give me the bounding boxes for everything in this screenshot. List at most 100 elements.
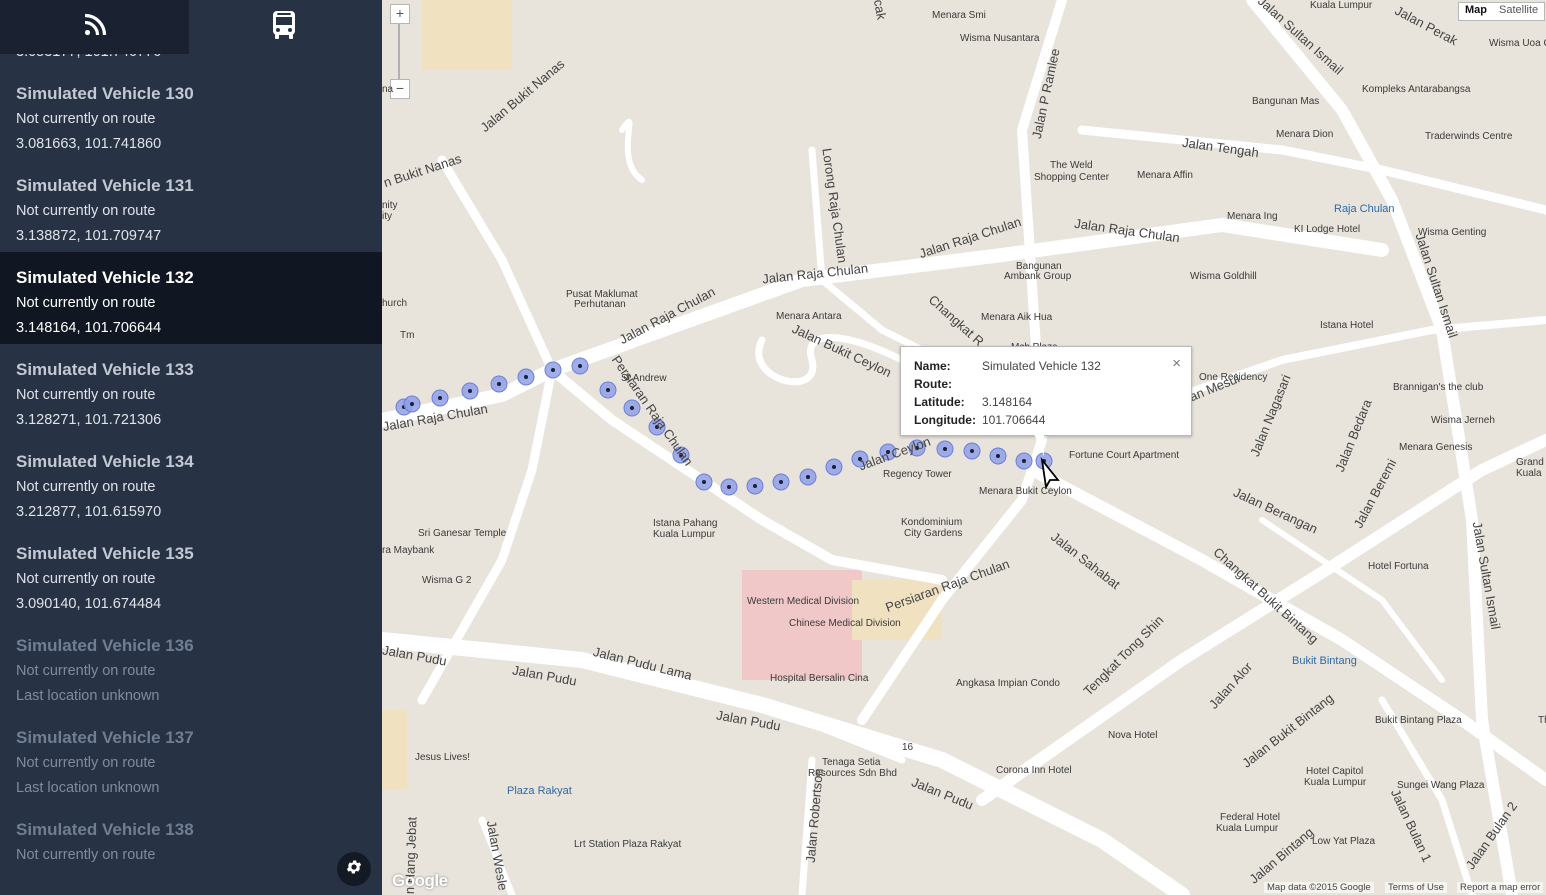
vehicle-coords: 3.081663, 101.741860 xyxy=(16,136,162,152)
map-type-satellite-button[interactable]: Satellite xyxy=(1493,3,1544,20)
vehicle-info-popup: Name: Simulated Vehicle 132 Route: Latit… xyxy=(900,346,1192,456)
place-label: Bangunan Mas xyxy=(1252,96,1320,107)
vehicle-name: Simulated Vehicle 137 xyxy=(16,728,194,747)
road-number-label: 16 xyxy=(902,742,914,753)
place-label: Lrt Station Plaza Rakyat xyxy=(574,839,682,850)
popup-longitude-value: 101.706644 xyxy=(982,413,1046,427)
close-icon[interactable]: × xyxy=(1172,355,1181,372)
popup-name-value: Simulated Vehicle 132 xyxy=(982,359,1101,373)
vehicle-list-item[interactable]: Simulated Vehicle 131 Not currently on ro… xyxy=(0,160,382,252)
zoom-in-button[interactable]: + xyxy=(390,4,410,24)
bus-icon xyxy=(271,10,297,45)
place-label: hurch xyxy=(382,298,408,309)
vehicle-coords: 3.128271, 101.721306 xyxy=(16,412,162,428)
vehicle-list-item[interactable]: Simulated Vehicle 137 Not currently on ro… xyxy=(0,712,382,804)
tab-vehicles[interactable] xyxy=(189,0,378,54)
place-label: Kuala Lumpur xyxy=(653,529,716,540)
place-label: Traderwinds Centre xyxy=(1425,131,1513,142)
vehicle-list-item[interactable]: Simulated Vehicle 136 Not currently on ro… xyxy=(0,620,382,712)
place-label: Brannigan's the club xyxy=(1393,382,1484,393)
place-label: Low Yat Plaza xyxy=(1312,836,1376,847)
map-type-control: Map Satellite xyxy=(1458,2,1546,21)
report-map-error-link[interactable]: Report a map error xyxy=(1457,882,1544,893)
place-label: Istana Hotel xyxy=(1320,320,1374,331)
map-area-yellow xyxy=(422,0,512,70)
place-label: KI Lodge Hotel xyxy=(1294,224,1361,235)
place-label: na xyxy=(382,84,394,95)
place-label: Jesus Lives! xyxy=(415,752,471,763)
trail-point-center xyxy=(753,484,757,488)
trail-point-center xyxy=(606,388,610,392)
place-label: Wisma Goldhill xyxy=(1190,271,1257,282)
trail-point-center xyxy=(524,375,528,379)
place-label: Perhutanan xyxy=(574,299,626,310)
vehicle-list-item[interactable]: Simulated Vehicle 135 Not currently on ro… xyxy=(0,528,382,620)
terms-of-use-link[interactable]: Terms of Use xyxy=(1385,882,1447,893)
place-label: Menara Antara xyxy=(776,311,842,322)
place-label: The Weld xyxy=(1050,160,1093,171)
vehicle-coords: 3.090140, 101.674484 xyxy=(16,596,162,612)
vehicle-list-item[interactable]: Simulated Vehicle 133 Not currently on ro… xyxy=(0,344,382,436)
place-label: Menara Aik Hua xyxy=(981,312,1053,323)
street-label: cak xyxy=(870,0,890,21)
vehicle-list-item[interactable]: Simulated Vehicle 138 Not currently on ro… xyxy=(0,804,382,895)
place-label: Regency Tower xyxy=(883,469,952,480)
trail-point-center xyxy=(578,364,582,368)
zoom-slider[interactable] xyxy=(398,24,400,82)
trail-point-center xyxy=(468,389,472,393)
place-label: Sungei Wang Plaza xyxy=(1397,780,1485,791)
vehicle-status: Not currently on route xyxy=(16,755,156,771)
map-view[interactable]: + − Map Satellite Menara Smi Wisma Nusan… xyxy=(382,0,1546,895)
vehicle-coords: 3.212877, 101.615970 xyxy=(16,504,162,520)
station-label-raja-chulan: Raja Chulan xyxy=(1334,203,1395,215)
vehicle-name: Simulated Vehicle 133 xyxy=(16,360,194,379)
place-label: Menara Bukit Ceylon xyxy=(979,486,1072,497)
place-label: Tm xyxy=(400,330,415,341)
trail-point-center xyxy=(943,447,947,451)
rss-feed-icon xyxy=(83,13,107,42)
place-label: ra Maybank xyxy=(382,545,435,556)
place-label: Ambank Group xyxy=(1004,271,1072,282)
place-label: Wisma Nusantara xyxy=(960,33,1040,44)
vehicle-list-item[interactable]: Simulated Vehicle 130 Not currently on ro… xyxy=(0,68,382,160)
place-label: ity xyxy=(382,211,392,222)
sidebar-tabs xyxy=(0,0,382,54)
trail-point-center xyxy=(551,368,555,372)
popup-name-label: Name: xyxy=(914,359,951,373)
place-label: Hotel Capitol xyxy=(1306,766,1364,777)
vehicle-coords: 3.148164, 101.706644 xyxy=(16,320,162,336)
vehicle-list-item[interactable]: Simulated Vehicle 134 Not currently on ro… xyxy=(0,436,382,528)
vehicle-status: Not currently on route xyxy=(16,847,156,863)
vehicle-status: Not currently on route xyxy=(16,663,156,679)
place-label: Nova Hotel xyxy=(1108,730,1158,741)
map-canvas[interactable] xyxy=(382,0,1546,895)
trail-point-center xyxy=(702,480,706,484)
place-label: Kuala xyxy=(1516,468,1542,479)
place-label: Wisma Jerneh xyxy=(1431,415,1495,426)
vehicle-name: Simulated Vehicle 135 xyxy=(16,544,194,563)
vehicle-coords: Last location unknown xyxy=(16,688,160,704)
road-loop xyxy=(619,118,645,183)
vehicle-name: Simulated Vehicle 136 xyxy=(16,636,194,655)
vehicle-name: Simulated Vehicle 132 xyxy=(16,268,194,287)
place-label: Chinese Medical Division xyxy=(789,618,901,629)
vehicle-list-item[interactable]: Simulated Vehicle 132 Not currently on ro… xyxy=(0,252,382,344)
vehicle-name: Simulated Vehicle 138 xyxy=(16,820,194,839)
trail-point-center xyxy=(438,396,442,400)
settings-button[interactable] xyxy=(337,852,371,886)
place-label: Menara Ing xyxy=(1227,211,1278,222)
place-label: Hotel Fortuna xyxy=(1368,561,1429,572)
place-label: Hospital Bersalin Cina xyxy=(770,673,869,684)
place-label: Angkasa Impian Condo xyxy=(956,678,1060,689)
tab-feed[interactable] xyxy=(0,0,189,54)
place-label: Istana Pahang xyxy=(653,518,718,529)
map-data-attribution: Map data ©2015 Google xyxy=(1264,882,1374,893)
road-jalan-bukit-nanas xyxy=(417,155,557,705)
vehicle-status: Not currently on route xyxy=(16,479,156,495)
trail-point-center xyxy=(779,480,783,484)
vehicle-status: Not currently on route xyxy=(16,295,156,311)
place-label: Kompleks Antarabangsa xyxy=(1362,84,1471,95)
vehicle-list: Simulated Vehicle 129Not currently on ro… xyxy=(0,0,382,895)
vehicle-name: Simulated Vehicle 131 xyxy=(16,176,194,195)
map-type-map-button[interactable]: Map xyxy=(1459,3,1493,20)
